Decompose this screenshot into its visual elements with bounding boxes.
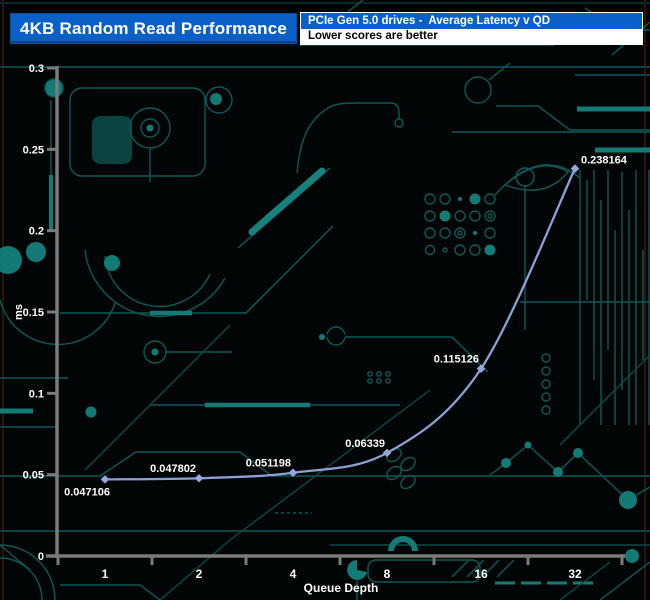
y-tick-label: 0.15 (23, 307, 44, 319)
y-tick-label: 0 (38, 551, 44, 563)
y-tick-label: 0.1 (29, 388, 44, 400)
chart-subtitle: PCIe Gen 5.0 drives - Average Latency v … (301, 13, 642, 29)
data-point-marker (570, 164, 580, 173)
x-tick-label: 16 (474, 567, 488, 581)
chart-title: 4KB Random Read Performance (19, 18, 288, 38)
data-point-label: 0.238164 (581, 155, 628, 167)
x-tick-label: 32 (568, 567, 582, 581)
y-tick-label: 0.25 (23, 144, 44, 156)
data-point-label: 0.047106 (64, 486, 110, 498)
data-point-label: 0.06339 (345, 438, 385, 450)
axis-end-pad-icon (625, 549, 639, 563)
chart-window: 4KB Random Read Performance PCIe Gen 5.0… (0, 0, 650, 600)
chart-note: Lower scores are better (301, 29, 642, 44)
chart-title-banner: 4KB Random Read Performance (10, 13, 297, 44)
x-tick-label: 8 (384, 567, 391, 581)
x-tick-label: 1 (102, 567, 109, 581)
y-axis-title: ms (13, 304, 25, 320)
data-point-label: 0.051198 (246, 458, 291, 470)
data-point-label: 0.115126 (434, 354, 479, 366)
data-point-marker (100, 475, 110, 484)
y-tick-label: 0.2 (29, 226, 44, 238)
latency-line-chart: 0 0.05 0.1 0.15 0.2 0.25 0.3 1 2 4 8 16 32 ms Queue De… (13, 63, 639, 595)
y-tick-label: 0.3 (29, 63, 44, 75)
x-tick-label: 4 (290, 567, 297, 581)
x-tick-label: 2 (196, 567, 203, 581)
data-point-label: 0.047802 (150, 463, 196, 475)
x-axis-title: Queue Depth (304, 581, 379, 595)
chart-subtitle-box: PCIe Gen 5.0 drives - Average Latency v … (300, 12, 643, 45)
y-tick-label: 0.05 (23, 470, 44, 482)
latency-curve (104, 168, 577, 481)
